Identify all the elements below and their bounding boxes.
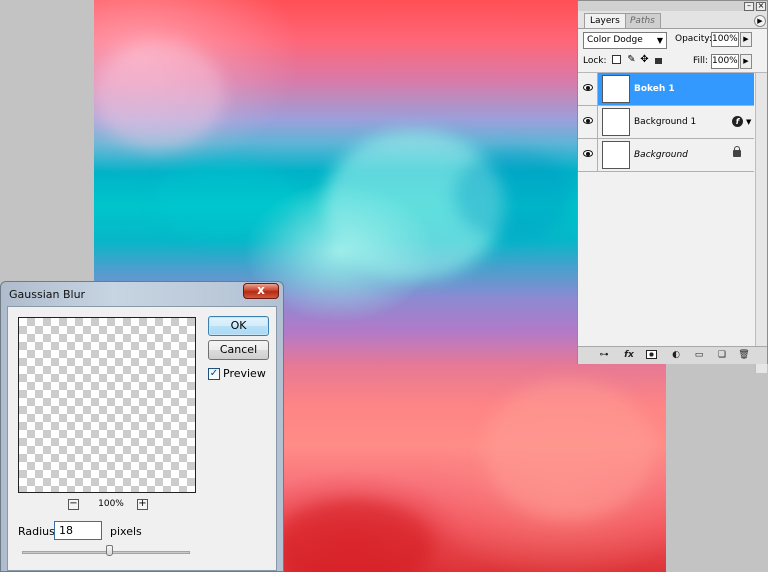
visibility-eye-icon[interactable]	[578, 73, 598, 105]
bokeh-blob	[154, 160, 294, 240]
bokeh-blob	[454, 150, 574, 240]
layer-name: Background	[634, 150, 688, 160]
radius-input[interactable]	[54, 521, 102, 540]
close-button[interactable]: x	[243, 283, 279, 299]
minimize-icon[interactable]: –	[744, 2, 754, 11]
close-icon[interactable]: ×	[756, 2, 766, 11]
group-folder-icon[interactable]: ▭	[693, 350, 705, 361]
layer-row-background[interactable]: Background	[578, 139, 754, 172]
opacity-label: Opacity:	[675, 34, 712, 44]
fill-slider-arrow-icon[interactable]: ▶	[740, 54, 752, 69]
preview-checkbox[interactable]: ✓	[208, 368, 220, 380]
preview-checkbox-label: Preview	[223, 367, 266, 380]
layer-row-background-1[interactable]: Background 1 f ▼	[578, 106, 754, 139]
layer-row-bokeh-1[interactable]: Bokeh 1	[578, 73, 754, 106]
layer-name: Background 1	[634, 117, 697, 127]
bokeh-blob	[94, 40, 224, 150]
blur-preview[interactable]	[18, 317, 196, 493]
layer-thumbnail	[602, 141, 630, 169]
zoom-in-button[interactable]: +	[137, 499, 148, 510]
opacity-field[interactable]: 100%	[711, 32, 739, 47]
lock-label: Lock:	[583, 56, 607, 66]
opacity-slider-arrow-icon[interactable]: ▶	[740, 32, 752, 47]
lock-move-icon[interactable]: ✥	[639, 55, 650, 66]
layer-thumbnail	[602, 75, 630, 103]
panel-menu-icon[interactable]: ▶	[754, 15, 766, 27]
layer-style-fx-icon[interactable]: f	[732, 116, 743, 127]
expand-arrow-icon[interactable]: ▼	[746, 118, 751, 126]
close-icon: x	[257, 283, 265, 297]
chevron-down-icon: ▼	[656, 36, 663, 45]
lock-brush-icon[interactable]: ✎	[626, 55, 637, 66]
mask-icon[interactable]	[646, 350, 658, 361]
visibility-eye-icon[interactable]	[578, 106, 598, 138]
ok-button[interactable]: OK	[208, 316, 269, 336]
layers-scrollbar[interactable]	[755, 73, 767, 373]
zoom-out-button[interactable]: −	[68, 499, 79, 510]
adjustment-icon[interactable]: ◐	[670, 350, 682, 361]
link-icon[interactable]: ⊶	[598, 350, 610, 361]
fx-icon[interactable]: fx	[623, 350, 635, 361]
zoom-controls: − 100% +	[68, 499, 150, 513]
panel-titlebar[interactable]: – ×	[578, 1, 767, 11]
layers-panel-body: Color Dodge ▼ Opacity: 100% ▶ Lock: ✎ ✥ …	[578, 28, 767, 373]
layers-panel: – × Layers Paths ▶ Color Dodge ▼ Opacity…	[577, 0, 768, 373]
tab-paths[interactable]: Paths	[624, 13, 661, 28]
blend-mode-value: Color Dodge	[587, 35, 643, 45]
zoom-level: 100%	[98, 499, 124, 509]
bokeh-blob	[484, 380, 654, 520]
radius-unit-label: pixels	[110, 525, 142, 538]
fill-field[interactable]: 100%	[711, 54, 739, 69]
lock-transparency-icon[interactable]	[612, 55, 623, 66]
radius-slider-thumb[interactable]	[106, 545, 114, 556]
new-layer-icon[interactable]: ❏	[716, 350, 728, 361]
dialog-body: − 100% + OK Cancel ✓ Preview Radius: pix…	[7, 306, 277, 571]
trash-icon[interactable]: 🗑	[738, 350, 750, 361]
bokeh-blob	[274, 500, 434, 572]
visibility-eye-icon[interactable]	[578, 139, 598, 171]
layer-thumbnail	[602, 108, 630, 136]
lock-icon	[733, 146, 741, 157]
tab-layers[interactable]: Layers	[584, 13, 626, 28]
blend-mode-select[interactable]: Color Dodge ▼	[583, 32, 667, 49]
dialog-title: Gaussian Blur	[9, 288, 86, 301]
gaussian-blur-dialog: Gaussian Blur x − 100% + OK Cancel ✓ Pre…	[0, 281, 284, 572]
layers-bottom-toolbar: ⊶ fx ◐ ▭ ❏ 🗑	[578, 346, 767, 364]
fill-label: Fill:	[693, 56, 709, 66]
lock-all-icon[interactable]	[653, 55, 664, 66]
layer-name: Bokeh 1	[634, 84, 675, 94]
radius-label: Radius:	[18, 525, 59, 538]
cancel-button[interactable]: Cancel	[208, 340, 269, 360]
